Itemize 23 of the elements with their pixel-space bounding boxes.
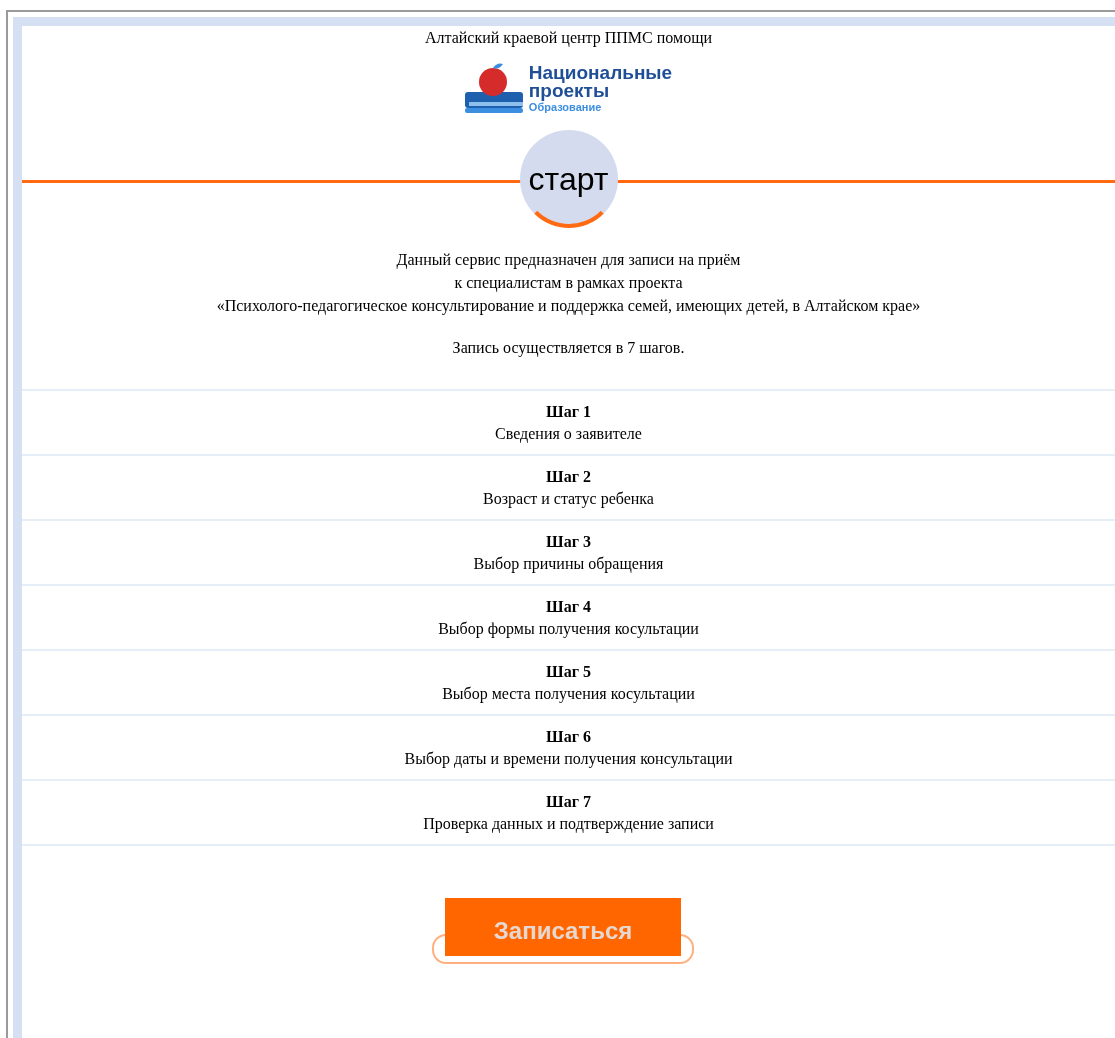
step-description: Возраст и статус ребенка: [483, 488, 654, 510]
intro-text: «Психолого-педагогическое консультирование и поддержка семей, имеющих детей, в Алтайском крае»: [216, 296, 921, 317]
step-description: Выбор формы получения косультации: [438, 618, 699, 640]
step-description: Выбор причины обращения: [473, 553, 664, 575]
step-label: Шаг 7: [546, 791, 591, 812]
start-badge: старт: [519, 130, 618, 228]
step-label: Шаг 3: [546, 531, 591, 552]
step-description: Выбор даты и времени получения консультации: [404, 748, 733, 770]
logo-text: Национальные: [528, 64, 673, 82]
logo-subtitle: Образование: [528, 101, 602, 114]
steps-note: Запись осуществляется в 7 шагов.: [452, 338, 685, 359]
step-label: Шаг 2: [546, 466, 591, 487]
step-description: Проверка данных и подтверждение записи: [423, 813, 714, 835]
step-label: Шаг 6: [546, 726, 591, 747]
step-description: Выбор места получения косультации: [442, 683, 695, 705]
step-description: Сведения о заявителе: [495, 423, 642, 445]
intro-text: Данный сервис предназначен для записи на приём: [396, 250, 741, 271]
header-title: Алтайский краевой центр ППМС помощи: [424, 28, 713, 49]
step-label: Шаг 5: [546, 661, 591, 682]
book-apple-logo-icon: [464, 62, 525, 116]
step-label: Шаг 1: [546, 401, 591, 422]
step-label: Шаг 4: [546, 596, 591, 617]
intro-text: к специалистам в рамках проекта: [454, 273, 683, 294]
